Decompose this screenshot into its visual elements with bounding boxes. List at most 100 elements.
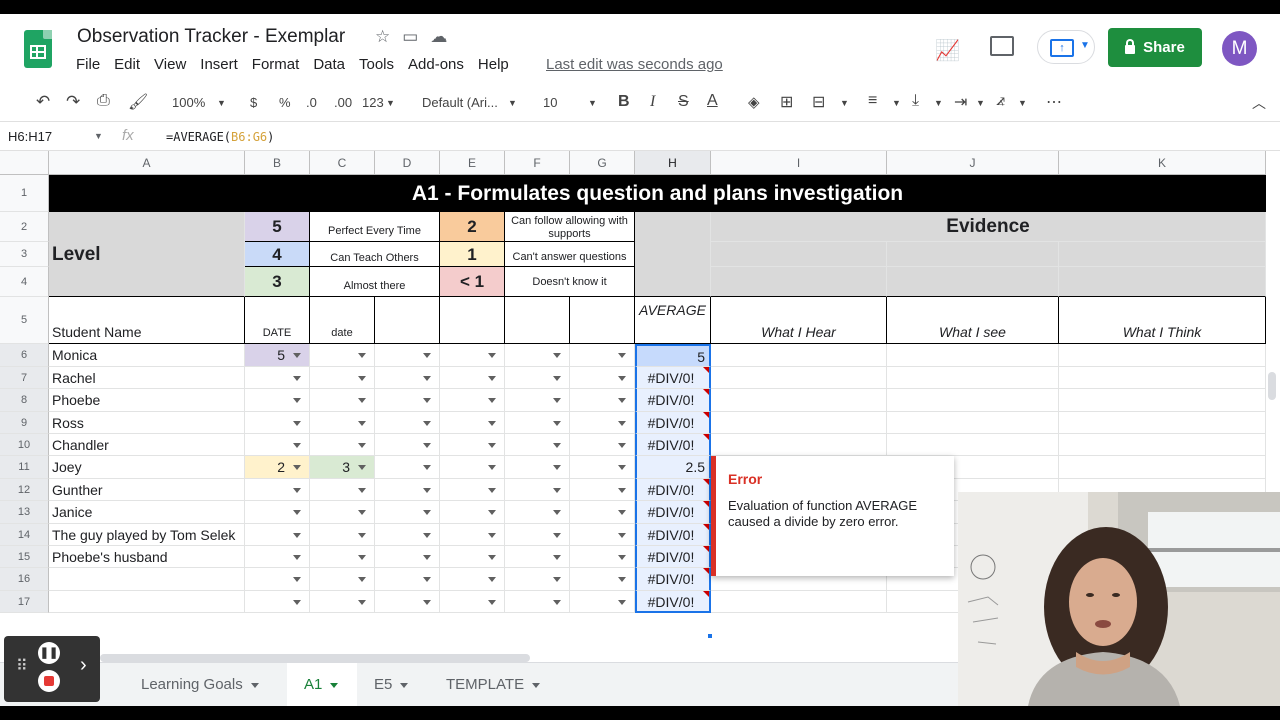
date-score-cell[interactable] [570, 412, 635, 434]
currency-format-button[interactable]: $ [250, 95, 257, 110]
row-header[interactable]: 8 [0, 389, 49, 412]
date-score-cell[interactable] [570, 456, 635, 479]
row-header[interactable]: 5 [0, 297, 49, 344]
average-cell[interactable]: #DIV/0! [635, 412, 711, 434]
vertical-scrollbar[interactable] [1268, 372, 1276, 400]
column-header[interactable]: J [887, 151, 1059, 175]
row-header[interactable]: 6 [0, 344, 49, 367]
column-header[interactable]: F [505, 151, 570, 175]
evidence-cell[interactable] [711, 412, 887, 434]
row-header[interactable]: 11 [0, 456, 49, 479]
evidence-cell[interactable] [887, 434, 1059, 456]
date-score-cell[interactable]: 2 [245, 456, 310, 479]
row-header[interactable]: 2 [0, 212, 49, 242]
date-score-cell[interactable] [245, 367, 310, 389]
horizontal-scrollbar[interactable] [100, 654, 530, 662]
valign-chevron-down-icon[interactable]: ▼ [934, 98, 943, 108]
date-score-cell[interactable] [440, 344, 505, 367]
activity-dashboard-icon[interactable]: 📈 [935, 38, 960, 63]
menu-help[interactable]: Help [478, 56, 509, 73]
dropdown-chevron-icon[interactable] [618, 488, 626, 493]
date-score-cell[interactable] [375, 434, 440, 456]
menu-tools[interactable]: Tools [359, 56, 394, 73]
font-chevron-down-icon[interactable]: ▼ [508, 98, 517, 108]
redo-icon[interactable]: ↷ [66, 92, 80, 112]
date-score-cell[interactable] [440, 479, 505, 501]
row-header[interactable]: 16 [0, 568, 49, 591]
borders-icon[interactable]: ⊞ [780, 92, 793, 112]
average-cell[interactable]: #DIV/0! [635, 479, 711, 501]
column-header[interactable]: K [1059, 151, 1266, 175]
text-color-button[interactable]: A [707, 92, 718, 110]
date-score-cell[interactable] [505, 344, 570, 367]
merge-chevron-down-icon[interactable]: ▼ [840, 98, 849, 108]
column-header[interactable]: C [310, 151, 375, 175]
dropdown-chevron-icon[interactable] [423, 376, 431, 381]
date-score-cell[interactable] [440, 524, 505, 546]
dropdown-chevron-icon[interactable] [423, 443, 431, 448]
text-rotation-icon[interactable]: ⦨ [996, 92, 1005, 110]
column-header[interactable]: B [245, 151, 310, 175]
menu-file[interactable]: File [76, 56, 100, 73]
menu-edit[interactable]: Edit [114, 56, 140, 73]
dropdown-chevron-icon[interactable] [423, 488, 431, 493]
column-header[interactable]: A [49, 151, 245, 175]
row-header[interactable]: 12 [0, 479, 49, 501]
decrease-decimal-button[interactable]: .0 [306, 95, 317, 110]
comment-history-icon[interactable] [990, 36, 1014, 56]
document-title[interactable]: Observation Tracker - Exemplar [77, 26, 345, 48]
dropdown-chevron-icon[interactable] [293, 600, 301, 605]
column-header[interactable]: G [570, 151, 635, 175]
dropdown-chevron-icon[interactable] [553, 465, 561, 470]
evidence-cell[interactable] [1059, 456, 1266, 479]
average-cell[interactable]: #DIV/0! [635, 591, 711, 613]
date-score-cell[interactable] [440, 434, 505, 456]
increase-decimal-button[interactable]: .00 [334, 95, 352, 110]
date-score-cell[interactable]: 3 [310, 456, 375, 479]
pause-recording-icon[interactable]: ❚❚ [38, 642, 60, 664]
date-score-cell[interactable] [375, 479, 440, 501]
student-name-cell[interactable]: Janice [49, 501, 245, 524]
student-name-cell[interactable]: Phoebe's husband [49, 546, 245, 568]
dropdown-chevron-icon[interactable] [358, 488, 366, 493]
menu-view[interactable]: View [154, 56, 186, 73]
dropdown-chevron-icon[interactable] [618, 353, 626, 358]
dropdown-chevron-icon[interactable] [488, 533, 496, 538]
dropdown-chevron-icon[interactable] [553, 577, 561, 582]
dropdown-chevron-icon[interactable] [553, 533, 561, 538]
cloud-status-icon[interactable]: ☁ [430, 27, 447, 47]
date-score-cell[interactable] [245, 568, 310, 591]
dropdown-chevron-icon[interactable] [358, 421, 366, 426]
dropdown-chevron-icon[interactable] [293, 398, 301, 403]
align-chevron-down-icon[interactable]: ▼ [892, 98, 901, 108]
date-score-cell[interactable] [245, 479, 310, 501]
row-header[interactable]: 15 [0, 546, 49, 568]
student-name-cell[interactable]: Chandler [49, 434, 245, 456]
dropdown-chevron-icon[interactable] [488, 398, 496, 403]
date-score-cell[interactable] [245, 501, 310, 524]
date-score-cell[interactable] [570, 389, 635, 412]
dropdown-chevron-icon[interactable] [553, 353, 561, 358]
date-score-cell[interactable] [310, 479, 375, 501]
tab-e5[interactable]: E5 [362, 663, 422, 707]
date-score-cell[interactable] [310, 591, 375, 613]
merge-cells-icon[interactable]: ⊟ [812, 92, 825, 112]
percent-format-button[interactable]: % [279, 95, 291, 110]
dropdown-chevron-icon[interactable] [553, 555, 561, 560]
date-score-cell[interactable] [310, 344, 375, 367]
date-score-cell[interactable] [375, 546, 440, 568]
dropdown-chevron-icon[interactable] [423, 353, 431, 358]
date-score-cell[interactable] [245, 434, 310, 456]
zoom-select[interactable]: 100% [172, 95, 205, 110]
date-score-cell[interactable] [440, 412, 505, 434]
dropdown-chevron-icon[interactable] [618, 376, 626, 381]
student-name-cell[interactable]: Gunther [49, 479, 245, 501]
date-score-cell[interactable] [310, 412, 375, 434]
fill-color-icon[interactable]: ◈ [748, 93, 760, 111]
date-score-cell[interactable] [245, 412, 310, 434]
date-score-cell[interactable] [570, 568, 635, 591]
font-select[interactable]: Default (Ari... [422, 95, 498, 110]
date-score-cell[interactable] [375, 412, 440, 434]
date-score-cell[interactable] [245, 524, 310, 546]
dropdown-chevron-icon[interactable] [553, 600, 561, 605]
